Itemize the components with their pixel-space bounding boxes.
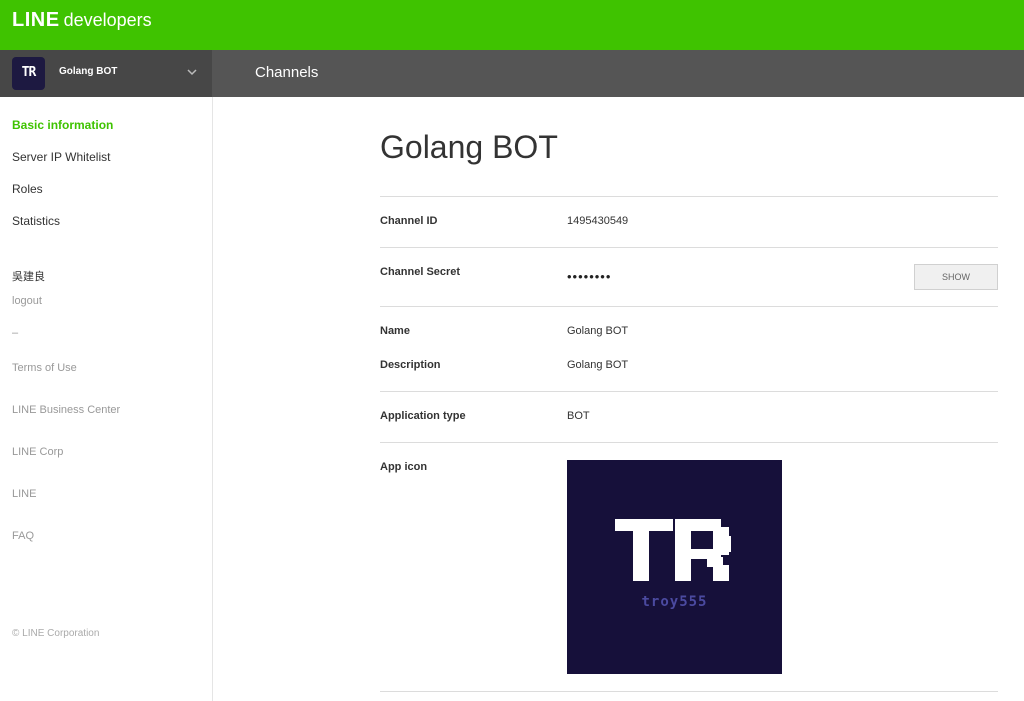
logo-brand: LINE	[12, 9, 60, 31]
divider	[380, 247, 998, 248]
sidebar-item-server-ip-whitelist[interactable]: Server IP Whitelist	[12, 150, 110, 164]
faq-link[interactable]: FAQ	[12, 530, 34, 542]
logout-link[interactable]: logout	[12, 295, 42, 307]
divider	[380, 196, 998, 197]
page-title: Golang BOT	[380, 129, 558, 165]
sidebar: Basic information Server IP Whitelist Ro…	[0, 97, 213, 701]
name-value: Golang BOT	[567, 325, 629, 337]
sidebar-item-roles[interactable]: Roles	[12, 182, 43, 196]
description-value: Golang BOT	[567, 359, 629, 371]
line-business-center-link[interactable]: LINE Business Center	[12, 404, 120, 416]
channel-secret-value: ••••••••	[567, 269, 612, 284]
line-link[interactable]: LINE	[12, 488, 36, 500]
app-icon-caption: troy555	[641, 594, 708, 610]
divider	[380, 442, 998, 443]
line-developers-logo[interactable]: LINE developers	[12, 8, 152, 33]
tr-logo-icon	[615, 519, 731, 581]
description-label: Description	[380, 359, 441, 371]
app-icon-image: troy555	[567, 460, 782, 674]
divider	[380, 306, 998, 307]
main-content: Golang BOT Channel ID 1495430549 Channel…	[380, 97, 998, 701]
channel-avatar: TR	[12, 57, 45, 90]
channel-switcher[interactable]: TR Golang BOT	[0, 50, 212, 97]
name-label: Name	[380, 325, 410, 337]
user-name: 吳建良	[12, 271, 45, 283]
divider	[380, 691, 998, 692]
section-title: Channels	[255, 64, 319, 81]
top-header: LINE developers	[0, 0, 1024, 50]
sub-header: TR Golang BOT Channels	[0, 50, 1024, 97]
line-corp-link[interactable]: LINE Corp	[12, 446, 63, 458]
show-secret-button[interactable]: SHOW	[914, 264, 998, 290]
divider	[380, 391, 998, 392]
sidebar-separator: –	[12, 327, 19, 339]
application-type-label: Application type	[380, 410, 466, 422]
app-icon-label: App icon	[380, 461, 428, 473]
channel-secret-label: Channel Secret	[380, 266, 461, 278]
application-type-value: BOT	[567, 410, 590, 422]
channel-switcher-name: Golang BOT	[59, 66, 118, 77]
channel-id-value: 1495430549	[567, 215, 629, 227]
sidebar-item-basic-information[interactable]: Basic information	[12, 118, 113, 132]
copyright: © LINE Corporation	[12, 628, 100, 639]
terms-of-use-link[interactable]: Terms of Use	[12, 362, 77, 374]
sidebar-item-statistics[interactable]: Statistics	[12, 214, 60, 228]
chevron-down-icon	[187, 69, 197, 76]
channel-id-label: Channel ID	[380, 215, 438, 227]
logo-sub: developers	[63, 10, 152, 30]
